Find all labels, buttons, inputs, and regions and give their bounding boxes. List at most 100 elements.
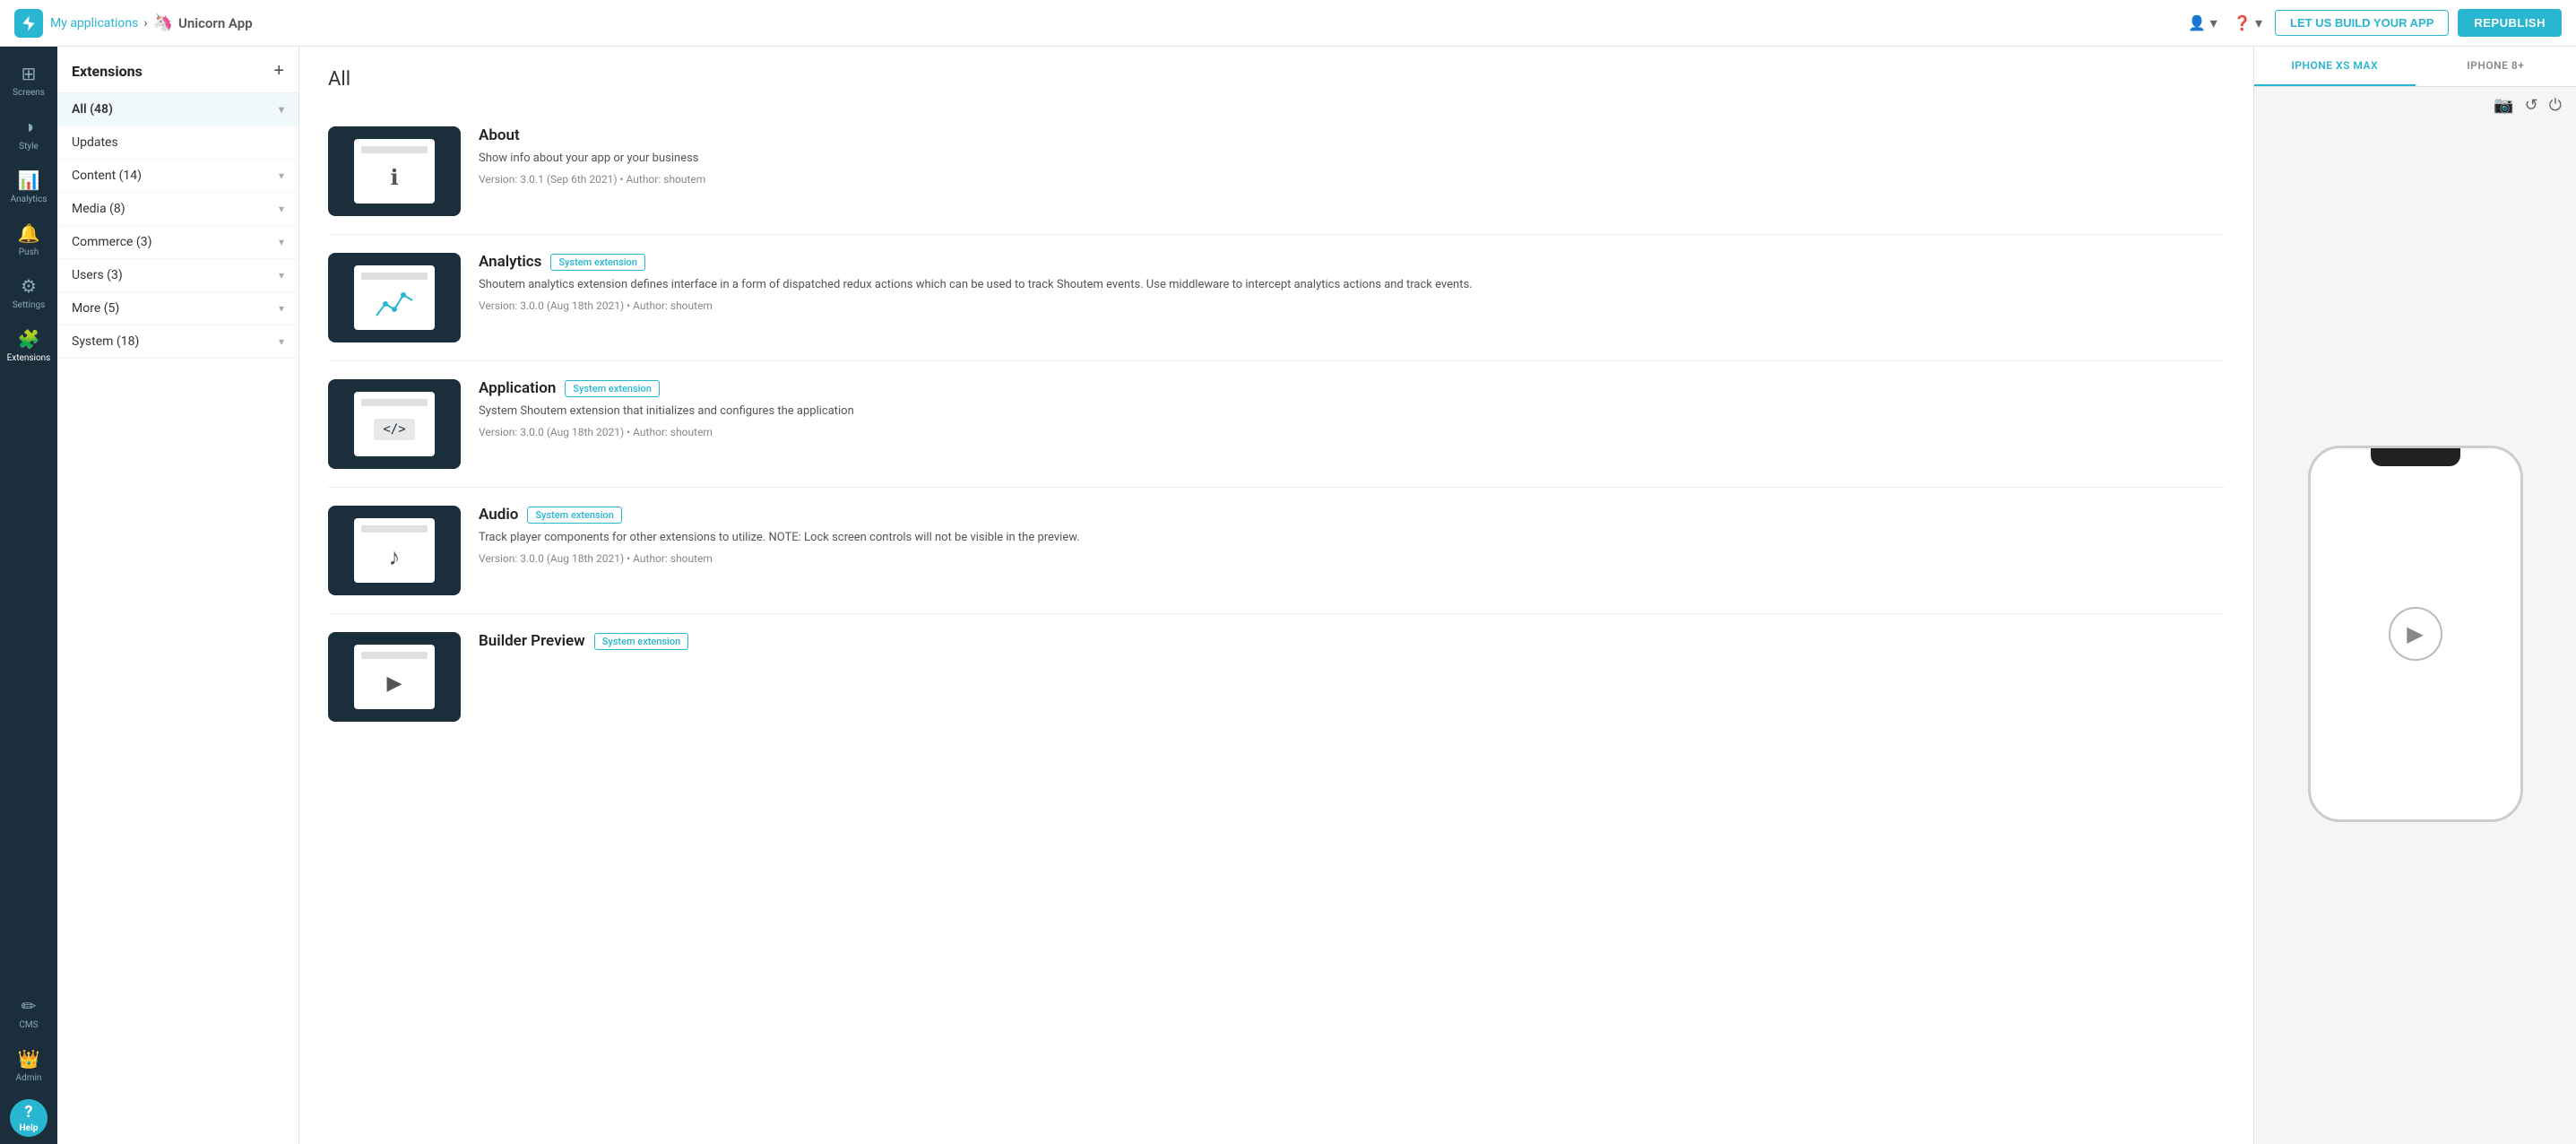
- push-icon: 🔔: [18, 222, 40, 244]
- main-layout: ⊞ Screens ◑ Style 📊 Analytics 🔔 Push ⚙ S…: [0, 47, 2576, 1144]
- extension-info-builder-preview: Builder Preview System extension: [479, 632, 2225, 655]
- sidebar-item-screens[interactable]: ⊞ Screens: [0, 54, 57, 107]
- extension-badge-application: System extension: [565, 380, 660, 397]
- extension-thumb-inner-application: </>: [354, 392, 435, 456]
- play-button[interactable]: ▶: [2389, 607, 2442, 661]
- topbar-right: 👤 ▾ ❓ ▾ LET US BUILD YOUR APP REPUBLISH: [2184, 9, 2562, 37]
- extension-thumb-inner-builder-preview: ▶: [354, 645, 435, 709]
- app-icon: 🦄: [153, 13, 173, 32]
- preview-phone-area: ▶: [2254, 124, 2576, 1144]
- extension-badge-builder-preview: System extension: [594, 633, 689, 650]
- extension-name-audio: Audio: [479, 506, 518, 524]
- help-icon: ?: [25, 1103, 33, 1122]
- sidebar-item-analytics[interactable]: 📊 Analytics: [0, 160, 57, 213]
- section-title: All: [328, 68, 2225, 91]
- extension-thumb-inner-analytics: [354, 265, 435, 330]
- user-icon-button[interactable]: 👤 ▾: [2184, 11, 2220, 36]
- extension-info-application: Application System extension System Shou…: [479, 379, 2225, 438]
- sidebar-label-settings: Settings: [13, 300, 46, 310]
- sidebar-item-admin[interactable]: 👑 Admin: [0, 1039, 57, 1092]
- sidebar-category-media-label: Media (8): [72, 202, 125, 216]
- power-icon[interactable]: ⏻: [2549, 96, 2562, 115]
- extension-card-application: </> Application System extension System …: [328, 361, 2225, 488]
- sidebar-item-extensions[interactable]: 🧩 Extensions: [0, 319, 57, 372]
- settings-icon: ⚙: [21, 275, 37, 297]
- sidebar-category-content-label: Content (14): [72, 169, 142, 183]
- sidebar-category-system-label: System (18): [72, 334, 139, 349]
- chevron-down-icon-media: ▾: [279, 203, 284, 215]
- help-button[interactable]: ? Help: [10, 1099, 48, 1137]
- sidebar-category-commerce[interactable]: Commerce (3) ▾: [57, 226, 298, 259]
- extension-title-row-audio: Audio System extension: [479, 506, 2225, 524]
- extension-meta-analytics: Version: 3.0.0 (Aug 18th 2021) • Author:…: [479, 299, 2225, 312]
- admin-icon: 👑: [18, 1048, 40, 1070]
- style-icon: ◑: [23, 116, 34, 138]
- extension-card-about: ℹ About Show info about your app or your…: [328, 108, 2225, 235]
- sidebar-label-admin: Admin: [16, 1073, 42, 1083]
- tab-iphone-xs-max[interactable]: IPHONE XS MAX: [2254, 47, 2416, 86]
- sidebar-label-screens: Screens: [13, 88, 45, 98]
- sidebar-category-users[interactable]: Users (3) ▾: [57, 259, 298, 292]
- panel-sidebar-title: Extensions: [72, 63, 143, 80]
- chevron-down-icon-more: ▾: [279, 302, 284, 315]
- extension-card-audio: ♪ Audio System extension Track player co…: [328, 488, 2225, 614]
- sidebar-category-updates[interactable]: Updates: [57, 126, 298, 160]
- breadcrumb: My applications › 🦄 Unicorn App: [50, 13, 253, 32]
- sidebar-category-media[interactable]: Media (8) ▾: [57, 193, 298, 226]
- extension-badge-analytics: System extension: [550, 254, 645, 271]
- sidebar-item-cms[interactable]: ✏ CMS: [0, 986, 57, 1039]
- extension-badge-audio: System extension: [527, 507, 622, 524]
- extension-meta-about: Version: 3.0.1 (Sep 6th 2021) • Author: …: [479, 173, 2225, 186]
- extension-thumb-inner-audio: ♪: [354, 518, 435, 583]
- extension-meta-audio: Version: 3.0.0 (Aug 18th 2021) • Author:…: [479, 552, 2225, 565]
- chevron-down-icon-commerce: ▾: [279, 236, 284, 248]
- extension-info-about: About Show info about your app or your b…: [479, 126, 2225, 186]
- extension-name-builder-preview: Builder Preview: [479, 632, 585, 650]
- chevron-down-icon: ▾: [279, 103, 284, 116]
- add-extension-button[interactable]: +: [273, 61, 284, 82]
- extension-name-application: Application: [479, 379, 556, 397]
- tab-iphone-8plus[interactable]: IPHONE 8+: [2416, 47, 2576, 86]
- extension-desc-application: System Shoutem extension that initialize…: [479, 403, 2225, 420]
- refresh-icon[interactable]: ↺: [2525, 96, 2538, 115]
- help-icon-button[interactable]: ❓ ▾: [2230, 11, 2266, 36]
- breadcrumb-separator: ›: [143, 16, 147, 30]
- build-app-button[interactable]: LET US BUILD YOUR APP: [2275, 10, 2449, 36]
- extension-title-row-about: About: [479, 126, 2225, 144]
- extension-desc-audio: Track player components for other extens…: [479, 529, 2225, 547]
- sidebar-category-more[interactable]: More (5) ▾: [57, 292, 298, 325]
- screens-icon: ⊞: [22, 63, 37, 84]
- sidebar-label-analytics: Analytics: [11, 195, 48, 204]
- extension-card-analytics: Analytics System extension Shoutem analy…: [328, 235, 2225, 361]
- camera-icon[interactable]: 📷: [2494, 96, 2513, 115]
- sidebar-category-updates-label: Updates: [72, 135, 118, 150]
- sidebar-category-system[interactable]: System (18) ▾: [57, 325, 298, 359]
- topbar-left: My applications › 🦄 Unicorn App: [14, 9, 2177, 38]
- extension-thumb-audio: ♪: [328, 506, 461, 595]
- republish-button[interactable]: REPUBLISH: [2458, 9, 2562, 37]
- sidebar-category-all[interactable]: All (48) ▾: [57, 93, 298, 126]
- sidebar-category-users-label: Users (3): [72, 268, 123, 282]
- sidebar-item-push[interactable]: 🔔 Push: [0, 213, 57, 266]
- extension-name-analytics: Analytics: [479, 253, 541, 271]
- extension-desc-analytics: Shoutem analytics extension defines inte…: [479, 276, 2225, 294]
- panel-sidebar: Extensions + All (48) ▾ Updates Content …: [57, 47, 299, 1144]
- sidebar-category-more-label: More (5): [72, 301, 119, 316]
- main-content: All ℹ About Show info about your app or …: [299, 47, 2253, 1144]
- extension-title-row-application: Application System extension: [479, 379, 2225, 397]
- analytics-icon: 📊: [18, 169, 40, 191]
- sidebar-item-settings[interactable]: ⚙ Settings: [0, 266, 57, 319]
- extension-info-audio: Audio System extension Track player comp…: [479, 506, 2225, 565]
- extension-desc-about: Show info about your app or your busines…: [479, 150, 2225, 168]
- extensions-icon: 🧩: [18, 328, 40, 350]
- chevron-down-icon-users: ▾: [279, 269, 284, 282]
- sidebar-item-style[interactable]: ◑ Style: [0, 107, 57, 160]
- breadcrumb-link[interactable]: My applications: [50, 16, 138, 30]
- extension-info-analytics: Analytics System extension Shoutem analy…: [479, 253, 2225, 312]
- cms-icon: ✏: [22, 995, 37, 1017]
- sidebar-category-commerce-label: Commerce (3): [72, 235, 151, 249]
- topbar: My applications › 🦄 Unicorn App 👤 ▾ ❓ ▾ …: [0, 0, 2576, 47]
- preview-tabs: IPHONE XS MAX IPHONE 8+: [2254, 47, 2576, 87]
- sidebar-category-content[interactable]: Content (14) ▾: [57, 160, 298, 193]
- panel-sidebar-header: Extensions +: [57, 47, 298, 93]
